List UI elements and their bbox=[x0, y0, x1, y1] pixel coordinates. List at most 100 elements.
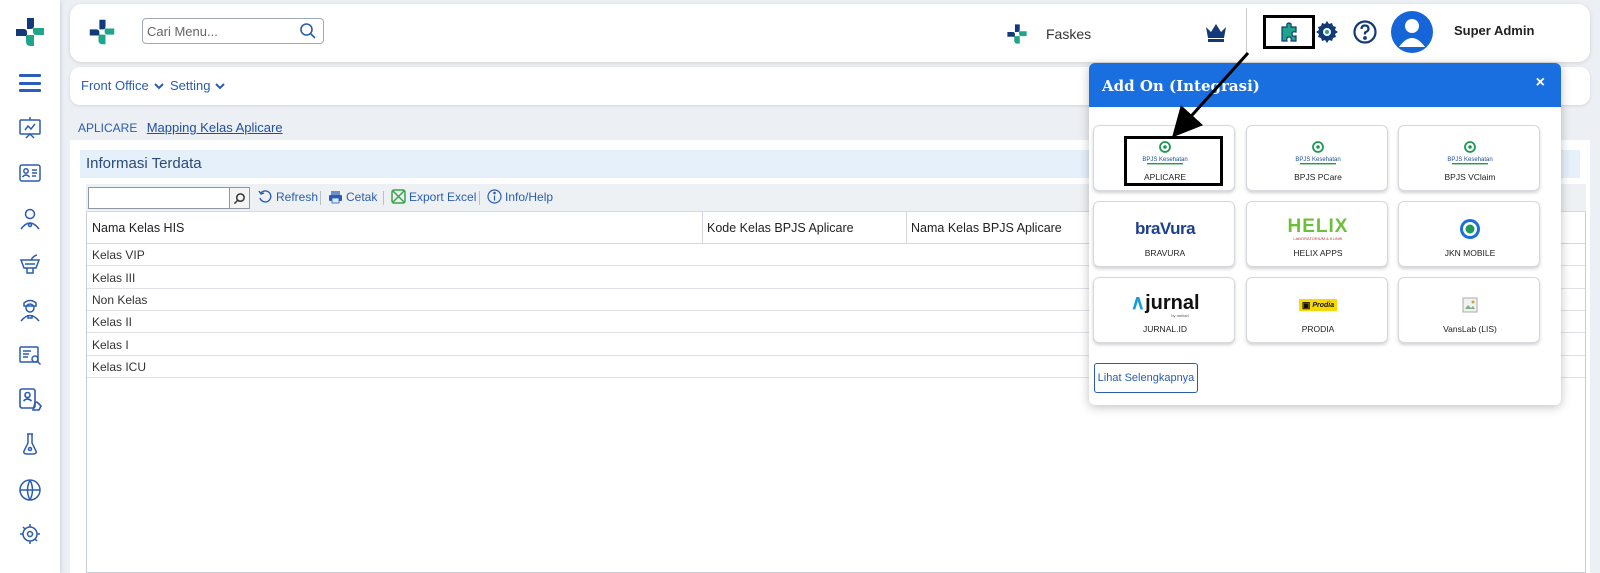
pharmacy-mortar-icon[interactable] bbox=[17, 252, 43, 278]
prodia-logo-icon: ▣ Prodia bbox=[1298, 299, 1338, 311]
user-name[interactable]: Super Admin bbox=[1454, 23, 1534, 38]
addon-card-bpjs-pcare[interactable]: BPJS Kesehatan BPJS PCare bbox=[1246, 125, 1388, 191]
crown-icon[interactable] bbox=[1204, 21, 1228, 43]
puzzle-icon bbox=[1281, 22, 1297, 42]
header-logo-icon[interactable] bbox=[88, 18, 116, 46]
addon-card-vanslab[interactable]: VansLab (LIS) bbox=[1398, 277, 1540, 343]
addon-card-label: JKN MOBILE bbox=[1444, 248, 1496, 258]
jurnal-logo-subtext: by mekari bbox=[1171, 312, 1189, 318]
jurnal-wordmark: jurnal bbox=[1145, 291, 1200, 314]
addon-card-label: BRAVURA bbox=[1144, 248, 1186, 258]
refresh-label: Refresh bbox=[276, 189, 319, 204]
user-icon bbox=[1399, 19, 1425, 47]
header-divider bbox=[1246, 8, 1247, 56]
bpjs-logo-icon: BPJS Kesehatan bbox=[1295, 141, 1341, 165]
printer-icon bbox=[329, 191, 342, 204]
jurnal-logo: ∧jurnal by mekari bbox=[1094, 290, 1236, 320]
hamburger-menu-icon[interactable] bbox=[19, 74, 41, 92]
app-logo-icon[interactable] bbox=[14, 16, 46, 48]
facility-selector[interactable]: Faskes bbox=[1006, 20, 1091, 48]
gear-icon[interactable] bbox=[1314, 19, 1340, 45]
menu-front-office-label: Front Office bbox=[81, 78, 149, 93]
cell-nama-kelas-his: Non Kelas bbox=[92, 293, 148, 307]
toolbar-separator bbox=[320, 191, 321, 205]
cell-nama-kelas-his: Kelas ICU bbox=[92, 360, 147, 374]
refresh-icon bbox=[258, 190, 272, 203]
grid-search-button[interactable] bbox=[229, 188, 249, 208]
highlight-box-aplicare bbox=[1124, 136, 1223, 186]
column-header-kode-kelas-bpjs[interactable]: Kode Kelas BPJS Aplicare bbox=[707, 221, 854, 235]
globe-health-icon[interactable] bbox=[17, 477, 43, 503]
bpjs-logo: BPJS Kesehatan bbox=[1247, 138, 1389, 168]
grid-search-box bbox=[88, 187, 250, 209]
jurnal-logo-text: ∧jurnal bbox=[1130, 293, 1199, 313]
bravura-logo-text: braVura bbox=[1134, 219, 1196, 238]
clipboard-hand-icon[interactable] bbox=[17, 386, 43, 412]
refresh-button[interactable]: Refresh bbox=[258, 189, 318, 204]
top-header: Faskes Super Admin bbox=[70, 4, 1590, 62]
column-divider bbox=[906, 212, 907, 244]
menu-setting[interactable]: Setting bbox=[170, 78, 226, 93]
menu-setting-label: Setting bbox=[170, 78, 211, 93]
jkn-mobile-logo-icon bbox=[1460, 219, 1480, 239]
addon-integration-button[interactable] bbox=[1263, 15, 1315, 49]
addon-card-helix[interactable]: HELIX LABORATORIUM & KLINIK HELIX APPS bbox=[1246, 201, 1388, 267]
help-icon[interactable] bbox=[1352, 19, 1378, 45]
search-icon[interactable] bbox=[299, 22, 317, 40]
cell-nama-kelas-his: Kelas I bbox=[92, 338, 129, 352]
breadcrumb: APLICARE Mapping Kelas Aplicare bbox=[78, 120, 283, 135]
cell-nama-kelas-his: Kelas II bbox=[92, 315, 133, 329]
info-help-button[interactable]: Info/Help bbox=[487, 189, 553, 204]
bpjs-logo-text: BPJS Kesehatan bbox=[1295, 157, 1340, 163]
report-search-icon[interactable] bbox=[17, 342, 43, 368]
jkn-logo bbox=[1399, 214, 1541, 244]
addon-card-bravura[interactable]: braVura BRAVURA bbox=[1093, 201, 1235, 267]
settings-tools-icon[interactable] bbox=[17, 521, 43, 547]
print-button[interactable]: Cetak bbox=[328, 189, 377, 204]
grid-search-input[interactable] bbox=[89, 188, 229, 208]
addon-card-bpjs-vclaim[interactable]: BPJS Kesehatan BPJS VClaim bbox=[1398, 125, 1540, 191]
addon-card-label: BPJS PCare bbox=[1294, 172, 1342, 182]
see-more-button[interactable]: Lihat Selengkapnya bbox=[1094, 363, 1198, 393]
bpjs-logo: BPJS Kesehatan bbox=[1399, 138, 1541, 168]
dashboard-board-icon[interactable] bbox=[17, 115, 43, 141]
vanslab-logo bbox=[1399, 290, 1541, 320]
user-avatar[interactable] bbox=[1391, 11, 1433, 53]
column-header-nama-kelas-bpjs[interactable]: Nama Kelas BPJS Aplicare bbox=[911, 221, 1062, 235]
facility-logo-icon bbox=[1007, 24, 1027, 44]
info-icon bbox=[487, 189, 502, 204]
addon-card-label: HELIX APPS bbox=[1293, 248, 1343, 258]
column-divider bbox=[702, 212, 703, 244]
panel-title: Informasi Terdata bbox=[86, 155, 202, 172]
facility-name: Faskes bbox=[1046, 26, 1092, 42]
menu-front-office[interactable]: Front Office bbox=[81, 78, 165, 93]
addon-card-label: JURNAL.ID bbox=[1143, 324, 1187, 334]
excel-icon bbox=[391, 189, 406, 204]
patient-user-icon[interactable] bbox=[17, 206, 43, 232]
jurnal-a-icon: ∧ bbox=[1130, 291, 1146, 314]
menu-search-input[interactable] bbox=[143, 19, 293, 43]
breadcrumb-module[interactable]: APLICARE bbox=[78, 121, 137, 135]
breadcrumb-page[interactable]: Mapping Kelas Aplicare bbox=[147, 120, 283, 135]
addon-popup-header: Add On (Integrasi) × bbox=[1089, 63, 1561, 107]
search-icon bbox=[233, 192, 245, 204]
export-excel-button[interactable]: Export Excel bbox=[391, 189, 476, 204]
id-card-icon[interactable] bbox=[17, 160, 43, 186]
lab-flask-icon[interactable] bbox=[17, 431, 43, 457]
addon-card-label: VansLab (LIS) bbox=[1443, 324, 1497, 334]
helix-logo: HELIX LABORATORIUM & KLINIK bbox=[1247, 214, 1389, 244]
menu-search-box bbox=[142, 18, 324, 44]
addon-card-prodia[interactable]: ▣ Prodia PRODIA bbox=[1246, 277, 1388, 343]
cell-nama-kelas-his: Kelas III bbox=[92, 271, 136, 285]
toolbar-separator bbox=[383, 191, 384, 205]
addon-card-jurnal[interactable]: ∧jurnal by mekari JURNAL.ID bbox=[1093, 277, 1235, 343]
prodia-logo-text: Prodia bbox=[1312, 301, 1335, 309]
close-icon[interactable]: × bbox=[1536, 74, 1545, 92]
addon-card-jkn-mobile[interactable]: JKN MOBILE bbox=[1398, 201, 1540, 267]
bpjs-logo-text: BPJS Kesehatan bbox=[1447, 157, 1492, 163]
export-excel-label: Export Excel bbox=[409, 189, 477, 204]
doctor-icon[interactable] bbox=[17, 297, 43, 323]
column-header-nama-kelas-his[interactable]: Nama Kelas HIS bbox=[92, 221, 184, 235]
chevron-down-icon bbox=[153, 82, 164, 89]
bpjs-logo-icon: BPJS Kesehatan bbox=[1447, 141, 1493, 165]
